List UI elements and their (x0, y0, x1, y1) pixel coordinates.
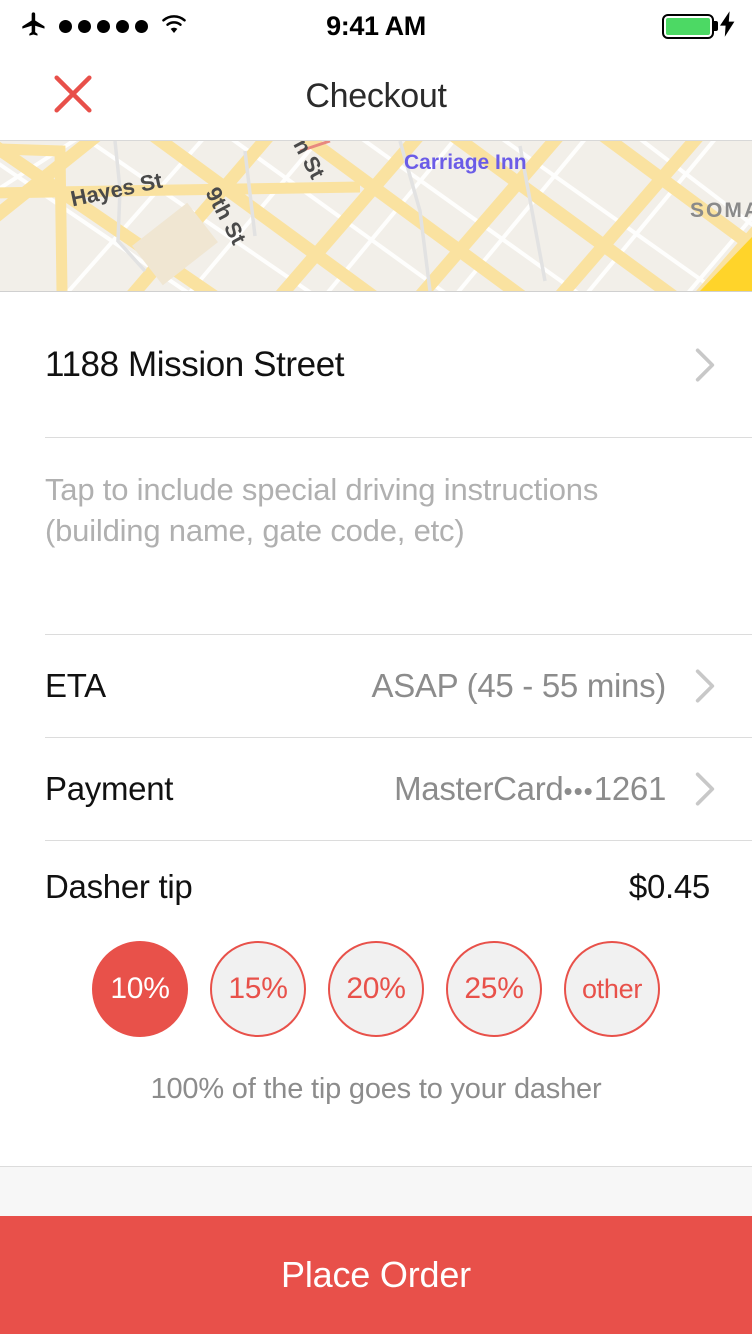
close-icon (45, 66, 101, 127)
driving-instructions-placeholder: Tap to include special driving instructi… (45, 472, 599, 548)
battery-fill (666, 17, 710, 35)
tip-options-group: 10% 15% 20% 25% other (0, 933, 752, 1047)
tip-option-15[interactable]: 15% (210, 941, 306, 1037)
place-order-button[interactable]: Place Order (0, 1216, 752, 1334)
chevron-right-icon (694, 667, 716, 705)
payment-row[interactable]: Payment MasterCard•••1261 (0, 738, 752, 840)
status-bar-right (662, 0, 736, 52)
dasher-tip-row: Dasher tip $0.45 (0, 841, 752, 933)
signal-dot (135, 19, 148, 33)
chevron-right-icon (694, 770, 716, 808)
airplane-icon (20, 10, 48, 43)
signal-dot (116, 19, 129, 33)
eta-label: ETA (45, 667, 106, 704)
checkout-content: 1188 Mission Street Tap to include speci… (0, 292, 752, 1136)
map-graphic (0, 141, 752, 291)
status-bar-clock: 9:41 AM (326, 10, 426, 41)
close-button[interactable] (42, 65, 104, 127)
lightning-bolt-icon (720, 10, 736, 42)
dasher-tip-amount: $0.45 (628, 868, 710, 905)
dasher-tip-label: Dasher tip (45, 868, 193, 905)
tip-option-25[interactable]: 25% (446, 941, 542, 1037)
status-bar: 9:41 AM (0, 0, 752, 52)
status-bar-left (20, 10, 189, 43)
delivery-address-row[interactable]: 1188 Mission Street (0, 292, 752, 437)
signal-strength-dots (59, 19, 148, 33)
payment-value: MasterCard•••1261 (394, 770, 666, 808)
battery-full-icon (662, 13, 714, 39)
tip-option-20[interactable]: 20% (328, 941, 424, 1037)
tip-option-10[interactable]: 10% (92, 941, 188, 1037)
footer-spacer (0, 1166, 752, 1216)
eta-row[interactable]: ETA ASAP (45 - 55 mins) (0, 635, 752, 737)
chevron-right-icon (694, 346, 716, 384)
tip-disclaimer-text: 100% of the tip goes to your dasher (150, 1073, 602, 1105)
signal-dot (78, 19, 91, 33)
payment-card-brand: MasterCard (394, 770, 564, 807)
place-order-label: Place Order (281, 1254, 471, 1295)
wifi-icon (159, 12, 189, 41)
signal-dot (59, 19, 72, 33)
payment-last4: 1261 (593, 770, 667, 807)
payment-label: Payment (45, 770, 174, 807)
tip-option-other[interactable]: other (564, 941, 660, 1037)
signal-dot (97, 19, 110, 33)
checkout-screen: 9:41 AM Checkout Hayes St 9th St n St Ca… (0, 0, 752, 1334)
eta-value: ASAP (45 - 55 mins) (371, 667, 667, 704)
driving-instructions-field[interactable]: Tap to include special driving instructi… (0, 438, 752, 634)
navigation-bar: Checkout (0, 52, 752, 140)
page-title: Checkout (305, 76, 447, 115)
delivery-address-text: 1188 Mission Street (45, 344, 345, 384)
delivery-map[interactable]: Hayes St 9th St n St Carriage Inn SOMA (0, 140, 752, 292)
payment-masked-dots: ••• (563, 776, 594, 806)
